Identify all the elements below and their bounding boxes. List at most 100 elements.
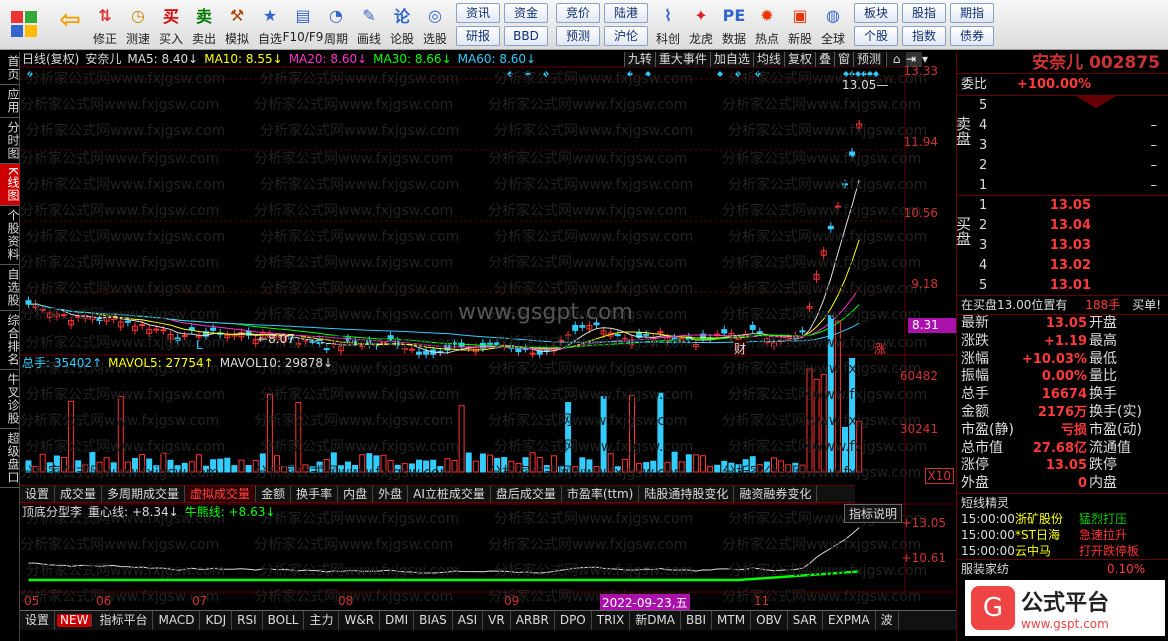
volume-tab[interactable]: 外盘 [373, 486, 409, 502]
sprite-row[interactable]: 15:00:00 浙矿股份 猛烈打压 [957, 511, 1168, 527]
toolbar-button-3-tb1[interactable]: 卖卖出 [188, 2, 220, 48]
indicator-tab[interactable]: NEW [57, 614, 93, 627]
volume-tab[interactable]: 盘后成交量 [491, 486, 562, 502]
indicator-tab[interactable]: W&R [339, 611, 381, 630]
indicator-tab[interactable]: SAR [788, 611, 823, 630]
toolbar-box-button[interactable]: 指数 [902, 26, 946, 46]
volume-tab[interactable]: 市盈率(ttm) [562, 486, 640, 502]
left-tab[interactable]: 个股资料 [0, 206, 20, 265]
indicator-tab[interactable]: ASI [453, 611, 484, 630]
toolbar-box-button[interactable]: 研报 [456, 26, 500, 46]
chart-toolbar-button[interactable]: 复权 [783, 52, 815, 67]
toolbar-box-button[interactable]: 债券 [950, 26, 994, 46]
toolbar-box-button[interactable]: 个股 [854, 26, 898, 46]
indicator-tab[interactable]: DPO [555, 611, 592, 630]
toolbar-box-button[interactable]: 预测 [556, 26, 600, 46]
toolbar-button-3-tb2[interactable]: ✹ 热点 [751, 2, 783, 48]
volume-tab[interactable]: 融资融券变化 [734, 486, 818, 502]
chart-toolbar-button[interactable]: 九转 [623, 52, 655, 67]
indicator-tab[interactable]: 新DMA [630, 611, 681, 630]
left-tab[interactable]: K线图 [0, 164, 20, 206]
toolbar-button-2-tb1[interactable]: 买买入 [155, 2, 187, 48]
indicator-tab[interactable]: MTM [712, 611, 752, 630]
indicator-help-button[interactable]: 指标说明 [844, 504, 903, 523]
sprite-row[interactable]: 15:00:00 云中马 打开跌停板 [957, 543, 1168, 559]
toolbar-button-0-tb2[interactable]: ⌇ 科创 [652, 2, 684, 48]
volume-tab[interactable]: 金额 [256, 486, 292, 502]
left-tab[interactable]: 应用 [0, 85, 20, 118]
indicator-tab[interactable]: BBI [681, 611, 713, 630]
toolbar-box-button[interactable]: 资讯 [456, 3, 500, 23]
indicator-axis-label: +13.05 [901, 516, 946, 530]
toolbar-button-0-tb1[interactable]: ⇅ 修正 [89, 2, 121, 48]
period-icon: ◔ [329, 5, 343, 25]
toolbar-box-button[interactable]: 沪伦 [604, 26, 648, 46]
toolbar-button-6-tb1[interactable]: ▤ F10/F9 [283, 2, 324, 48]
indicator-tab[interactable]: RSI [232, 611, 263, 630]
volume-tab[interactable]: AI立桩成交量 [408, 486, 491, 502]
toolbar-button-1-tb2[interactable]: ✦ 龙虎 [685, 2, 717, 48]
indicator-tab[interactable]: 主力 [304, 611, 340, 630]
left-tab[interactable]: 首页 [0, 52, 20, 85]
logo-icon[interactable] [2, 2, 46, 46]
toolbar-button-5-tb1[interactable]: ★ 自选 [254, 2, 286, 48]
limit-up-marker[interactable]: 涨 [874, 340, 886, 357]
kline-chart-area[interactable]: 分析家公式网www.fxjgsw.com 分析家公式网www.fxjgsw.com… [20, 52, 956, 610]
toolbar-box-button[interactable]: 竞价 [556, 3, 600, 23]
volume-tab[interactable]: 多周期成交量 [102, 486, 186, 502]
volume-tab[interactable]: 成交量 [55, 486, 103, 502]
volume-tab[interactable]: 换手率 [291, 486, 339, 502]
volume-bar [629, 394, 635, 473]
toolbar-button-4-tb1[interactable]: ⚒ 模拟 [221, 2, 253, 48]
indicator-tab[interactable]: DMI [380, 611, 415, 630]
indicator-tab[interactable]: KDJ [200, 611, 233, 630]
indicator-tab[interactable]: MACD [153, 611, 201, 630]
chart-toolbar-button[interactable]: 窗 [833, 52, 853, 67]
toolbar-button-5-tb2[interactable]: ◍ 全球 [817, 2, 849, 48]
toolbar-box-button[interactable]: 股指 [902, 3, 946, 23]
toolbar-button-10-tb1[interactable]: ◎ 选股 [419, 2, 451, 48]
volume-tab[interactable]: 内盘 [338, 486, 374, 502]
chart-toolbar-button[interactable]: 预测 [852, 52, 884, 67]
volume-bar [117, 395, 124, 473]
indicator-tab[interactable]: 设置 [20, 611, 56, 630]
chart-toolbar-button[interactable]: 加自选 [709, 52, 753, 67]
toolbar-button-8-tb1[interactable]: ✎ 画线 [353, 2, 385, 48]
left-tab[interactable]: 综合排名 [0, 311, 20, 370]
toolbar-button-2-tb2[interactable]: PE 数据 [718, 2, 750, 48]
indicator-tab[interactable]: BOLL [263, 611, 305, 630]
chart-toolbar-button[interactable]: 叠 [814, 52, 834, 67]
toolbar-button-7-tb1[interactable]: ◔ 周期 [320, 2, 352, 48]
left-tab[interactable]: 分时图 [0, 118, 20, 164]
toolbar-box-button[interactable]: 板块 [854, 3, 898, 23]
left-tab[interactable]: 牛叉诊股 [0, 370, 20, 429]
toolbar-button-1-tb1[interactable]: ◷ 测速 [122, 2, 154, 48]
stat-label-right: 流通值 [1089, 439, 1131, 456]
indicator-tab[interactable]: VR [483, 611, 511, 630]
toolbar-box-button[interactable]: 陆港 [604, 3, 648, 23]
sprite-row[interactable]: 15:00:00 *ST日海 急速拉升 [957, 527, 1168, 543]
header-item: MA5: 8.40↓ [127, 52, 199, 66]
indicator-tab[interactable]: EXPMA [823, 611, 876, 630]
toolbar-box-button[interactable]: BBD [504, 26, 548, 46]
toolbar-button-4-tb2[interactable]: ▣ 新股 [784, 2, 816, 48]
toolbar-box-button[interactable]: 期指 [950, 3, 994, 23]
indicator-tab[interactable]: 指标平台 [94, 611, 154, 630]
toolbar-button-9-tb1[interactable]: 论论股 [386, 2, 418, 48]
left-tab-bar: 首页 应用 分时图 K线图 个股资料 自选股 综合排名 牛叉诊股 超级盘口 [0, 52, 20, 641]
indicator-tab[interactable]: OBV [751, 611, 788, 630]
volume-tab[interactable]: 虚拟成交量 [185, 486, 257, 502]
chart-toolbar-button[interactable]: 均线 [752, 52, 784, 67]
volume-tab[interactable]: 设置 [20, 486, 56, 502]
finance-marker[interactable]: 财 [734, 340, 747, 357]
indicator-tab[interactable]: ARBR [511, 611, 555, 630]
indicator-tab[interactable]: TRIX [592, 611, 631, 630]
toolbar-box-button[interactable]: 资金 [504, 3, 548, 23]
chart-toolbar-button[interactable]: 重大事件 [654, 52, 710, 67]
indicator-tab[interactable]: 波 [876, 611, 899, 630]
left-tab[interactable]: 自选股 [0, 265, 20, 311]
left-tab[interactable]: 超级盘口 [0, 429, 20, 488]
indicator-tab[interactable]: BIAS [414, 611, 453, 630]
volume-tab[interactable]: 陆股通持股变化 [639, 486, 735, 502]
back-button[interactable]: ⇦ [52, 2, 88, 48]
